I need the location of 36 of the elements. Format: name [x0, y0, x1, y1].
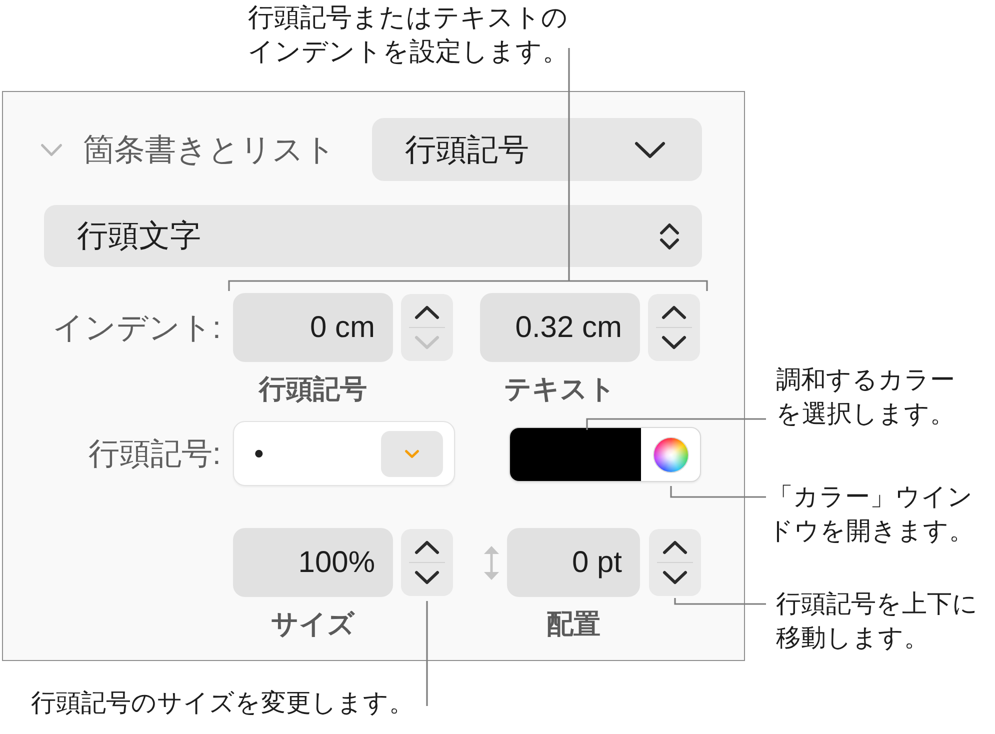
chevron-up-icon[interactable] [415, 540, 439, 554]
stepper[interactable] [401, 529, 453, 596]
field-caption: 行頭記号 [259, 374, 367, 404]
callout-text: 「カラー」ウイン ドウを開きます。 [768, 482, 975, 547]
stepper[interactable] [401, 294, 453, 361]
field-caption: テキスト [504, 374, 616, 404]
chevron-up-icon[interactable] [415, 306, 439, 319]
chevron-down-icon [635, 142, 665, 158]
number-field[interactable]: 0 cm [233, 293, 393, 362]
section-title: 箇条書きとリスト [83, 130, 336, 168]
chevron-down-icon[interactable] [662, 336, 686, 350]
callout-text: 行頭記号のサイズを変更します。 [31, 688, 415, 719]
number-field[interactable]: 100% [233, 528, 393, 597]
chevron-up-icon[interactable] [662, 306, 686, 319]
up-down-chevron-icon [660, 222, 679, 250]
color-well[interactable] [509, 427, 701, 482]
chevron-down-icon[interactable] [415, 571, 439, 584]
field-caption: サイズ [271, 609, 355, 639]
chevron-up-icon[interactable] [663, 540, 687, 554]
callout-text: 行頭記号を上下に 移動します。 [776, 589, 979, 654]
number-field[interactable]: 0.32 cm [480, 293, 640, 362]
callout-text: 行頭記号またはテキストの インデントを設定します。 [246, 1, 570, 68]
stepper[interactable] [649, 529, 701, 596]
popup-button[interactable]: 行頭文字 [44, 205, 702, 267]
callout-text: 調和するカラー を選択します。 [776, 365, 956, 430]
up-down-arrow-icon [483, 546, 500, 580]
chevron-down-icon [405, 450, 419, 458]
chevron-down-icon[interactable] [663, 571, 687, 584]
color-wheel-icon[interactable] [652, 436, 688, 472]
field-label: 行頭記号: [88, 434, 221, 472]
stepper[interactable] [648, 294, 700, 361]
bullet-field[interactable]: • [233, 421, 455, 486]
number-field[interactable]: 0 pt [507, 528, 640, 597]
field-label: インデント: [52, 308, 221, 346]
field-caption: 配置 [546, 609, 600, 639]
popup-button[interactable]: 行頭記号 [372, 118, 702, 181]
